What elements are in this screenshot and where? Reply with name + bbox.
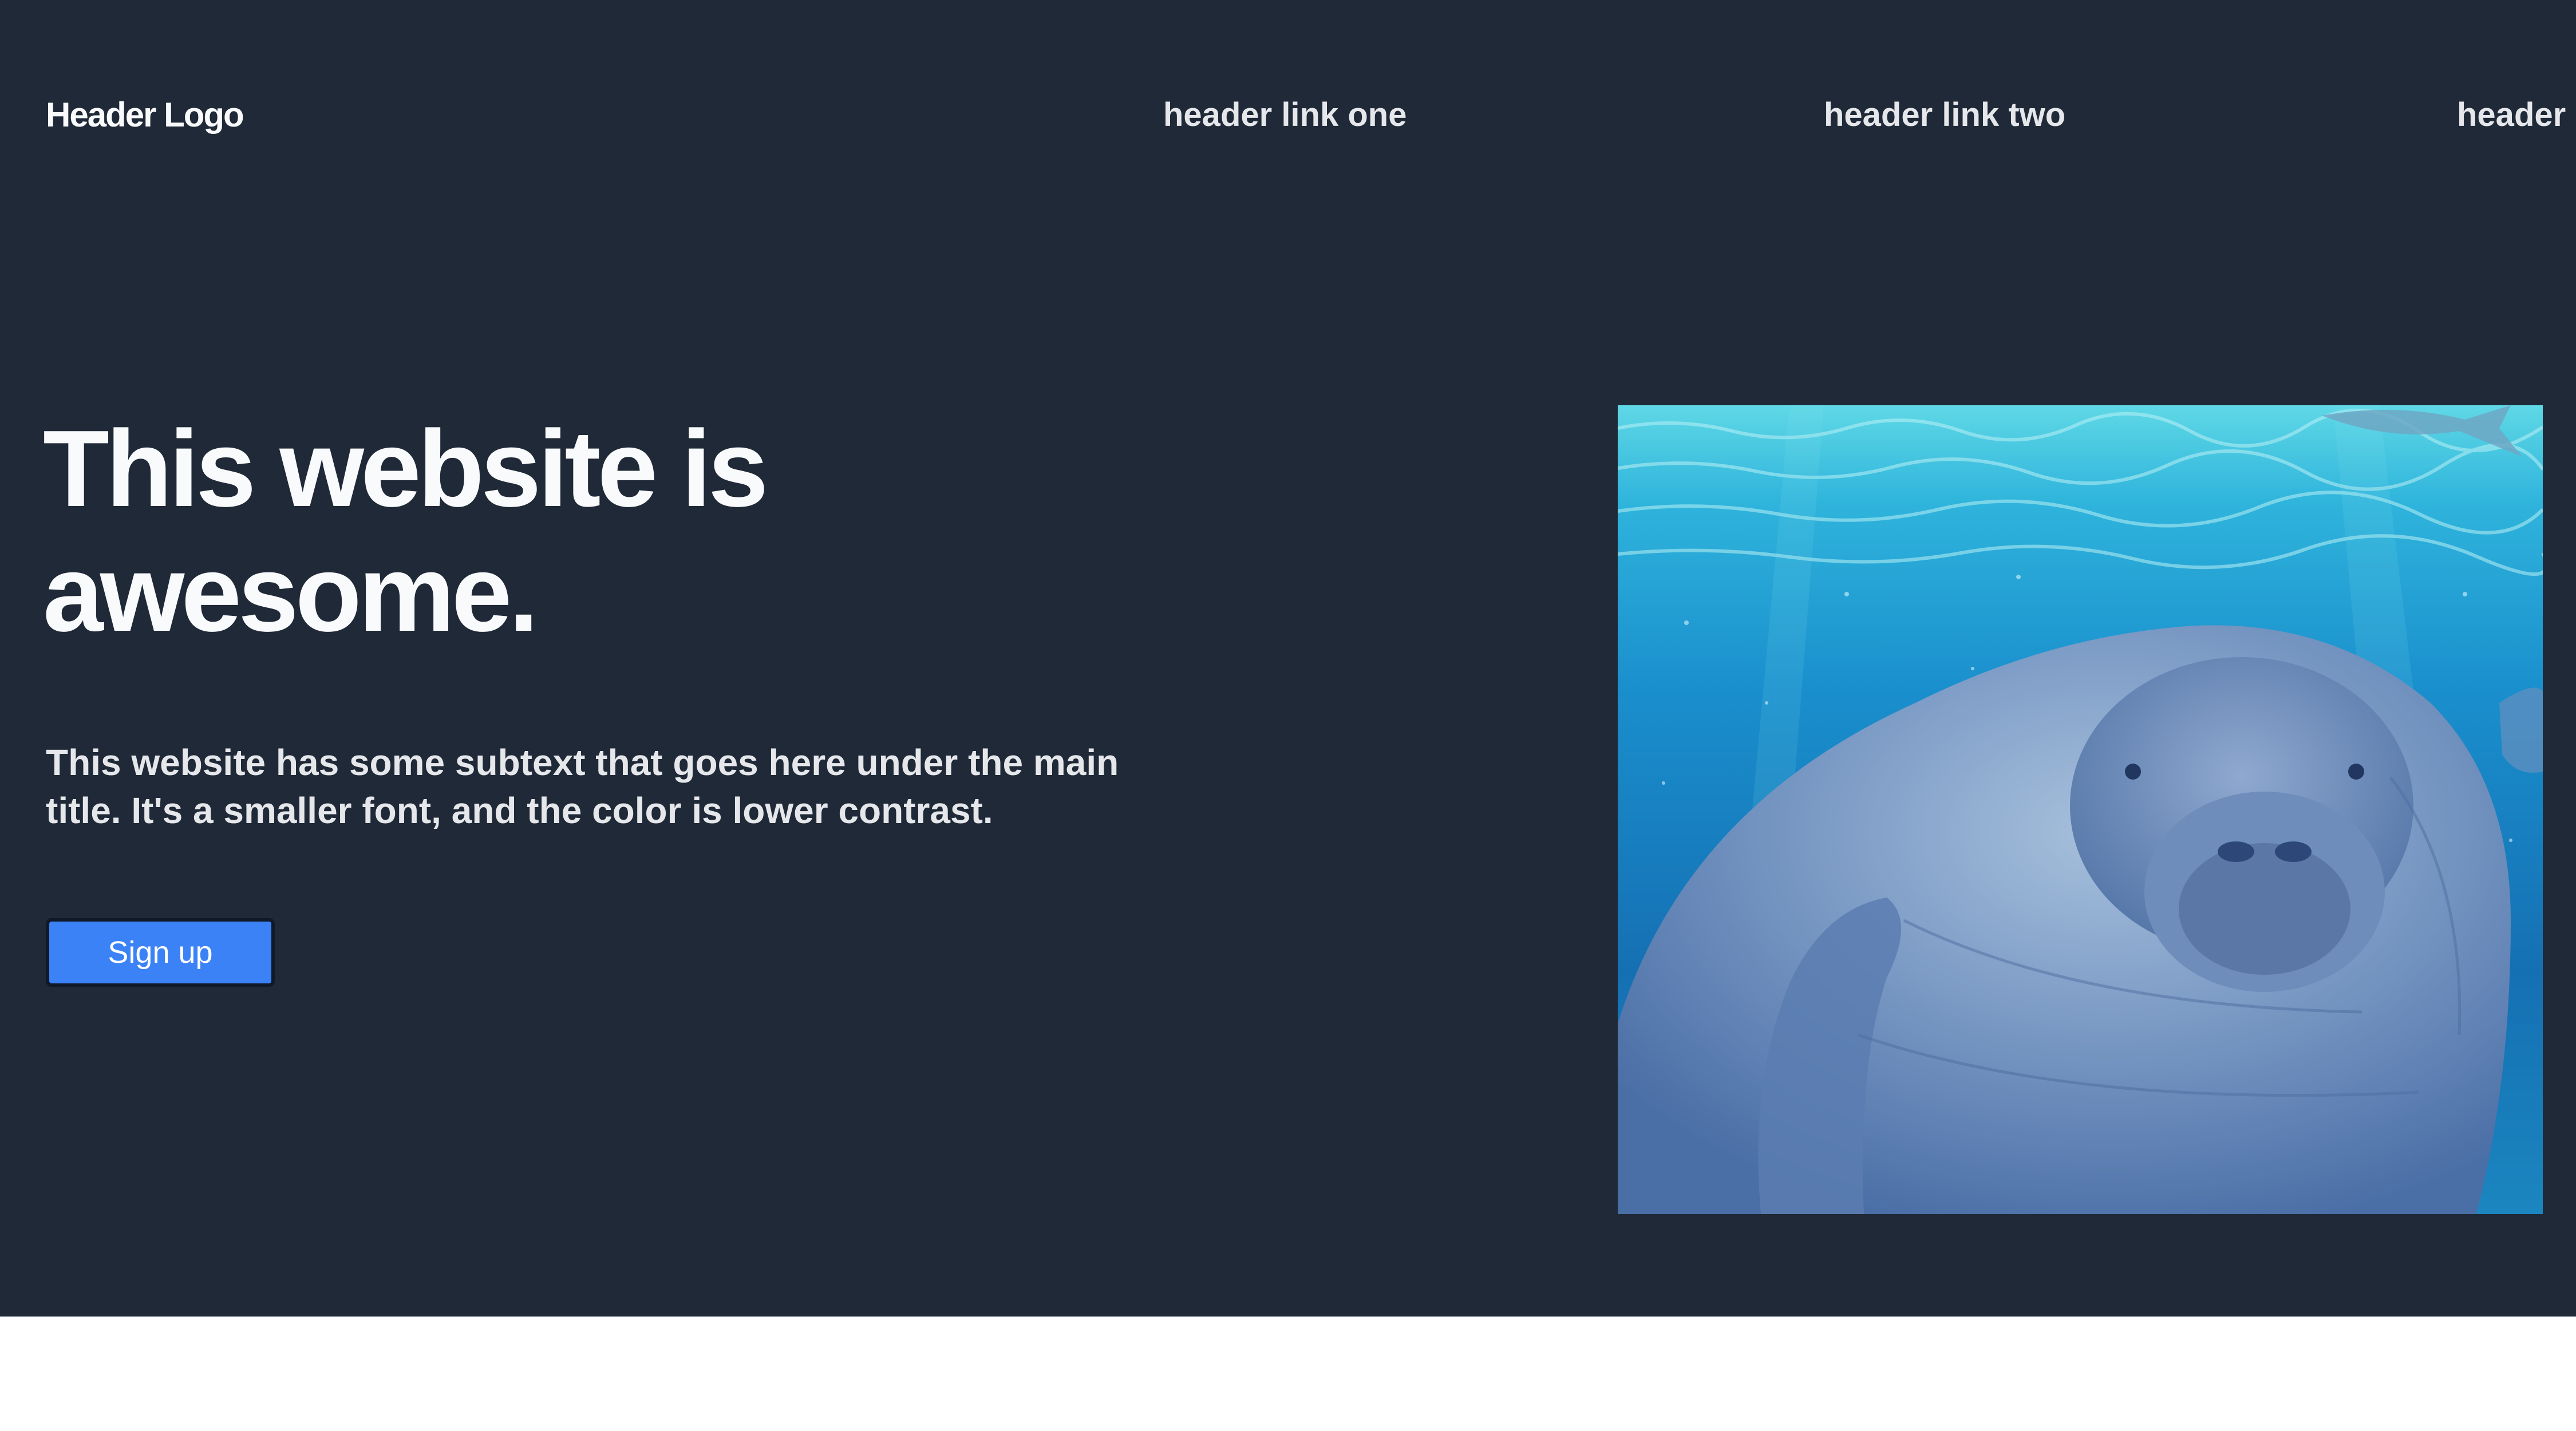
header-link-three[interactable]: header [2457,94,2566,136]
hero-subtitle: This website has some subtext that goes … [46,742,1119,831]
hero-title: This website is awesome. [43,408,769,654]
header-link-two[interactable]: header link two [1824,94,2065,136]
site-header: Header Logo header link one header link … [0,0,2576,229]
header-logo[interactable]: Header Logo [46,94,244,136]
signup-button[interactable]: Sign up [46,918,275,987]
hero-section: Header Logo header link one header link … [0,0,2576,1317]
hero-image-manatee [1618,405,2543,1214]
header-link-one[interactable]: header link one [1163,94,1406,136]
